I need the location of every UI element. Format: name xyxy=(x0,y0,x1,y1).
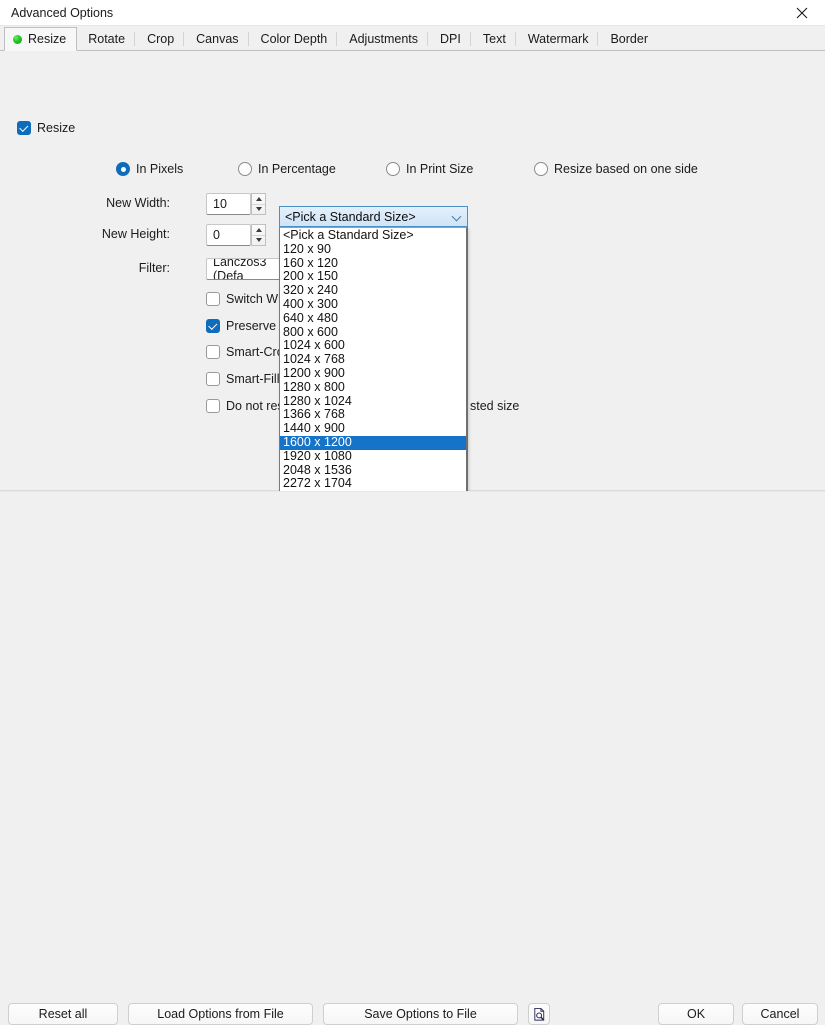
reset-all-button[interactable]: Reset all xyxy=(8,1003,118,1025)
resize-enable-checkbox[interactable]: Resize xyxy=(17,121,75,135)
tab-watermark[interactable]: Watermark xyxy=(517,27,600,50)
checkbox-box xyxy=(206,399,220,413)
list-item[interactable]: 320 x 240 xyxy=(280,283,466,298)
close-button[interactable] xyxy=(779,0,825,25)
radio-marker xyxy=(386,162,400,176)
arrow-up-icon xyxy=(255,227,262,232)
preview-button[interactable] xyxy=(528,1003,550,1025)
new-height-label: New Height: xyxy=(101,227,170,241)
tab-dpi[interactable]: DPI xyxy=(429,27,472,50)
list-item-highlighted[interactable]: 1600 x 1200 xyxy=(280,435,466,450)
list-item[interactable]: 640 x 480 xyxy=(280,311,466,326)
new-height-stepper[interactable] xyxy=(251,224,266,246)
list-item[interactable]: 120 x 90 xyxy=(280,242,466,257)
standard-size-option-list[interactable]: <Pick a Standard Size> 120 x 90 160 x 12… xyxy=(279,227,468,508)
tab-border[interactable]: Border xyxy=(599,27,659,50)
tab-adjustments[interactable]: Adjustments xyxy=(338,27,429,50)
radio-label: Resize based on one side xyxy=(554,162,698,176)
tab-label: Resize xyxy=(28,32,67,46)
radio-marker xyxy=(238,162,252,176)
list-item[interactable]: 2272 x 1704 xyxy=(280,477,466,491)
standard-size-selected-value: <Pick a Standard Size> xyxy=(285,209,416,224)
radio-label: In Print Size xyxy=(406,162,474,176)
radio-marker xyxy=(116,162,130,176)
tab-label: Crop xyxy=(147,32,175,46)
resize-panel: Resize In Pixels In Percentage In Print … xyxy=(0,51,825,508)
new-width-input[interactable]: 10 xyxy=(206,193,251,215)
list-item[interactable]: <Pick a Standard Size> xyxy=(280,228,466,243)
tab-text[interactable]: Text xyxy=(472,27,517,50)
list-item[interactable]: 1024 x 600 xyxy=(280,339,466,353)
dialog-footer: Reset all Load Options from File Save Op… xyxy=(0,491,825,1025)
tab-label: Adjustments xyxy=(349,32,419,46)
list-item[interactable]: 1280 x 800 xyxy=(280,380,466,395)
tab-label: Color Depth xyxy=(260,32,328,46)
list-item[interactable]: 1200 x 900 xyxy=(280,366,466,381)
chevron-down-icon xyxy=(452,212,462,222)
standard-size-combobox-header[interactable]: <Pick a Standard Size> xyxy=(279,206,468,227)
green-dot-icon xyxy=(13,34,22,44)
tab-label: Text xyxy=(482,32,506,46)
cancel-button[interactable]: Cancel xyxy=(742,1003,818,1025)
tab-label: Border xyxy=(610,32,648,46)
checkbox-box xyxy=(206,319,220,333)
arrow-down-icon xyxy=(255,238,262,243)
list-item[interactable]: 1024 x 768 xyxy=(280,352,466,367)
radio-in-print-size[interactable]: In Print Size xyxy=(386,162,473,176)
window-titlebar: Advanced Options xyxy=(0,0,825,26)
list-item[interactable]: 800 x 600 xyxy=(280,325,466,340)
tab-color-depth[interactable]: Color Depth xyxy=(250,27,339,50)
radio-in-percentage[interactable]: In Percentage xyxy=(238,162,336,176)
tab-label: Rotate xyxy=(88,32,126,46)
radio-marker xyxy=(534,162,548,176)
tab-strip: Resize Rotate Crop Canvas Color Depth Ad… xyxy=(0,26,825,51)
tab-resize[interactable]: Resize xyxy=(4,27,78,51)
tab-label: Watermark xyxy=(527,32,589,46)
checkbox-box xyxy=(17,121,31,135)
document-preview-icon xyxy=(533,1007,544,1021)
tab-canvas[interactable]: Canvas xyxy=(185,27,249,50)
list-item[interactable]: 200 x 150 xyxy=(280,270,466,284)
stepper-up-button[interactable] xyxy=(252,225,265,236)
do-not-resize-label-tail: sted size xyxy=(470,399,520,413)
list-item[interactable]: 1920 x 1080 xyxy=(280,449,466,464)
load-options-button[interactable]: Load Options from File xyxy=(128,1003,313,1025)
radio-in-pixels[interactable]: In Pixels xyxy=(116,162,183,176)
checkbox-box xyxy=(206,372,220,386)
radio-resize-based-on-one-side[interactable]: Resize based on one side xyxy=(534,162,698,176)
tab-rotate[interactable]: Rotate xyxy=(77,27,136,50)
list-item[interactable]: 2048 x 1536 xyxy=(280,463,466,478)
checkbox-box xyxy=(206,292,220,306)
tab-label: Canvas xyxy=(196,32,239,46)
list-item[interactable]: 400 x 300 xyxy=(280,297,466,312)
list-item[interactable]: 160 x 120 xyxy=(280,256,466,271)
ok-button[interactable]: OK xyxy=(658,1003,734,1025)
window-title: Advanced Options xyxy=(11,5,114,20)
close-icon xyxy=(796,7,808,18)
save-options-button[interactable]: Save Options to File xyxy=(323,1003,518,1025)
radio-label: In Percentage xyxy=(258,162,336,176)
stepper-down-button[interactable] xyxy=(252,236,265,246)
new-height-input[interactable]: 0 xyxy=(206,224,251,246)
stepper-up-button[interactable] xyxy=(252,194,265,205)
list-item[interactable]: 1280 x 1024 xyxy=(280,394,466,409)
radio-label: In Pixels xyxy=(136,162,184,176)
arrow-down-icon xyxy=(255,207,262,212)
new-width-stepper[interactable] xyxy=(251,193,266,215)
standard-size-combobox[interactable]: <Pick a Standard Size> <Pick a Standard … xyxy=(279,206,468,508)
filter-label: Filter: xyxy=(138,261,170,275)
stepper-down-button[interactable] xyxy=(252,205,265,215)
checkbox-label: Resize xyxy=(37,121,76,135)
arrow-up-icon xyxy=(255,196,262,201)
tab-crop[interactable]: Crop xyxy=(136,27,185,50)
checkbox-box xyxy=(206,345,220,359)
list-item[interactable]: 1366 x 768 xyxy=(280,408,466,422)
list-item[interactable]: 1440 x 900 xyxy=(280,421,466,436)
new-width-label: New Width: xyxy=(106,196,170,210)
tab-label: DPI xyxy=(440,32,461,46)
